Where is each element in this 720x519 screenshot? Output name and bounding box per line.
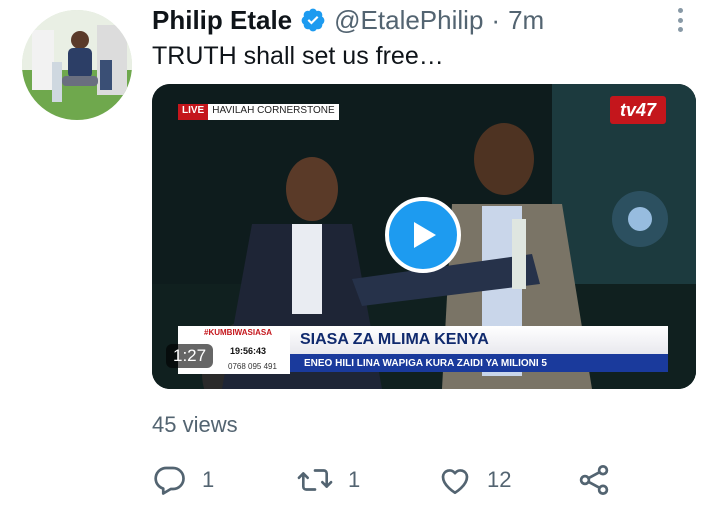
reply-icon: [154, 466, 185, 495]
share-button[interactable]: [576, 462, 612, 498]
ticker-hashtag: #KUMBIWASIASA: [204, 328, 273, 337]
play-icon: [414, 222, 436, 248]
more-dot: [677, 8, 683, 13]
author-avatar[interactable]: [22, 10, 132, 120]
ticker-phone: 0768 095 491: [228, 362, 277, 371]
retweet-count: 1: [348, 467, 361, 492]
view-count: 45 views: [152, 412, 238, 437]
like-button[interactable]: 12: [437, 462, 511, 498]
more-dot: [677, 27, 683, 32]
retweet-icon: [297, 469, 333, 491]
tweet-header: Philip Etale @EtalePhilip · 7m: [152, 2, 544, 38]
channel-logo: tv47: [610, 96, 666, 124]
reply-count: 1: [202, 467, 215, 492]
video-duration: 1:27: [166, 344, 214, 368]
tweet-text: TRUTH shall set us free…: [152, 42, 444, 70]
more-dot: [677, 17, 683, 23]
header-separator: ·: [491, 4, 501, 35]
retweet-button[interactable]: 1: [296, 462, 360, 498]
author-handle[interactable]: @EtalePhilip: [334, 5, 483, 36]
ticker-subline: ENEO HILI LINA WAPIGA KURA ZAIDI YA MILI…: [290, 354, 668, 372]
ticker-time: 19:56:43: [230, 346, 267, 356]
more-options-icon[interactable]: [672, 8, 688, 32]
location-label: HAVILAH CORNERSTONE: [208, 104, 339, 120]
news-ticker: #KUMBIWASIASA 19:56:43 0768 095 491 SIAS…: [178, 326, 668, 374]
like-icon: [441, 469, 469, 495]
like-count: 12: [487, 467, 512, 492]
author-name[interactable]: Philip Etale: [152, 5, 292, 36]
tweet-timestamp[interactable]: 7m: [508, 5, 544, 36]
live-badge: LIVE HAVILAH CORNERSTONE: [178, 104, 339, 120]
play-button[interactable]: [385, 197, 461, 273]
reply-button[interactable]: 1: [152, 462, 214, 498]
ticker-headline: SIASA ZA MLIMA KENYA: [290, 326, 668, 354]
share-icon: [579, 465, 609, 495]
verified-badge-icon: [301, 8, 325, 32]
live-label: LIVE: [178, 104, 209, 120]
tweet-actions: 1 1 12: [152, 462, 622, 498]
video-player[interactable]: LIVE HAVILAH CORNERSTONE tv47 #KUMBIWASI…: [152, 84, 696, 389]
